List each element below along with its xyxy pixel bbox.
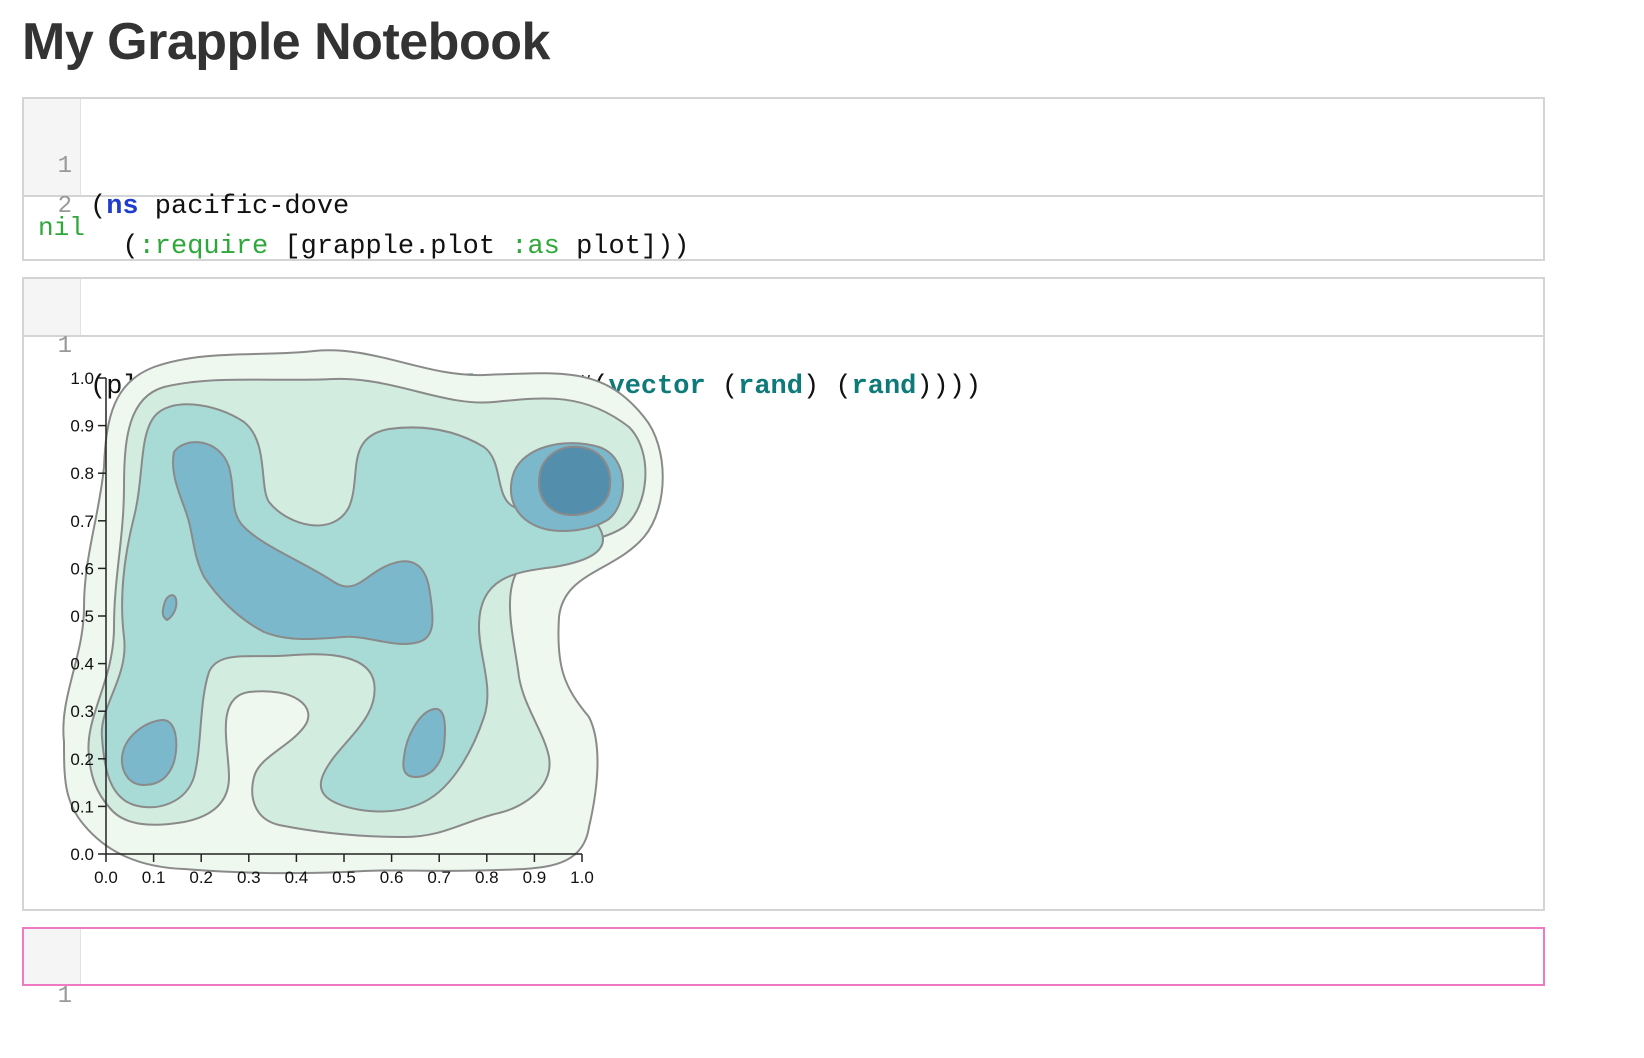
y-tick-label: 0.8 bbox=[70, 464, 94, 483]
y-tick-label: 0.6 bbox=[70, 559, 94, 578]
x-tick-label: 0.2 bbox=[189, 868, 213, 887]
line-number: 2 bbox=[57, 193, 72, 220]
code-editor[interactable]: 1 (ns pacific-dove 2 (:require [grapple.… bbox=[24, 99, 1543, 262]
code-line[interactable]: (:require [grapple.plot :as plot])) bbox=[90, 227, 689, 267]
y-tick-label: 0.2 bbox=[70, 750, 94, 769]
y-tick-label: 1.0 bbox=[70, 369, 94, 388]
code-editor-empty[interactable]: 1 bbox=[24, 929, 1543, 1010]
y-tick-label: 0.1 bbox=[70, 797, 94, 816]
x-tick-label: 0.7 bbox=[427, 868, 451, 887]
x-tick-label: 0.1 bbox=[142, 868, 166, 887]
x-tick-label: 0.5 bbox=[332, 868, 356, 887]
y-tick-label: 0.0 bbox=[70, 845, 94, 864]
y-tick-label: 0.3 bbox=[70, 702, 94, 721]
y-tick-label: 0.9 bbox=[70, 417, 94, 436]
line-number: 1 bbox=[57, 983, 72, 1010]
x-tick-label: 0.3 bbox=[237, 868, 261, 887]
page-title: My Grapple Notebook bbox=[22, 13, 550, 71]
code-line[interactable]: (ns pacific-dove bbox=[90, 187, 349, 227]
x-tick-label: 0.8 bbox=[475, 868, 499, 887]
x-tick-label: 0.9 bbox=[523, 868, 547, 887]
contour-bands bbox=[62, 349, 664, 875]
x-tick-label: 0.0 bbox=[94, 868, 118, 887]
notebook-cell-3-active[interactable]: 1 bbox=[22, 927, 1545, 1010]
x-tick-label: 0.4 bbox=[285, 868, 309, 887]
y-tick-label: 0.5 bbox=[70, 607, 94, 626]
y-tick-label: 0.4 bbox=[70, 655, 94, 674]
y-tick-label: 0.7 bbox=[70, 512, 94, 531]
plot-output: 0.0 0.1 0.2 0.3 0.4 0.5 0.6 0.7 0.8 0.9 1.0 0.0 0.1 0… bbox=[24, 337, 1543, 911]
notebook-cell-1[interactable]: 1 (ns pacific-dove 2 (:require [grapple.… bbox=[22, 97, 1545, 262]
contour-level-5-band bbox=[537, 445, 612, 517]
x-tick-label: 0.6 bbox=[380, 868, 404, 887]
contour-plot: 0.0 0.1 0.2 0.3 0.4 0.5 0.6 0.7 0.8 0.9 1.0 0.0 0.1 0… bbox=[62, 349, 664, 887]
x-tick-label: 1.0 bbox=[570, 868, 594, 887]
notebook-cell-2[interactable]: 1 (plot/contour (repeatedly 100 #(vector… bbox=[22, 277, 1545, 911]
code-editor[interactable]: 1 (plot/contour (repeatedly 100 #(vector… bbox=[24, 279, 1543, 402]
